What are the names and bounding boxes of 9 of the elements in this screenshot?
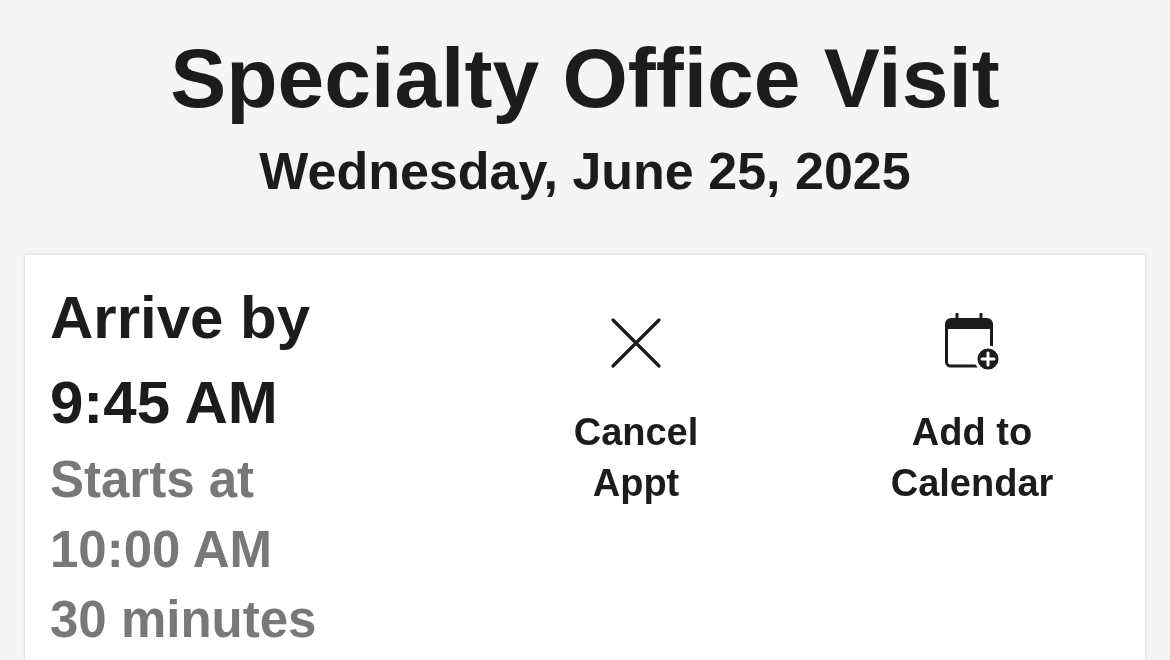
start-time: Starts at 10:00 AM [50,450,274,580]
appointment-date: Wednesday, June 25, 2025 [259,141,911,201]
arrival-time: Arrive by 9:45 AM [50,283,312,438]
duration-text: 30 minutes [50,590,317,650]
add-to-calendar-button[interactable]: Add to Calendar [827,301,1117,521]
cancel-button[interactable]: Cancel Appt [491,301,781,521]
page-title: Specialty Office Visit [170,30,1000,126]
calendar-plus-icon [942,313,1002,373]
close-icon [610,317,662,369]
